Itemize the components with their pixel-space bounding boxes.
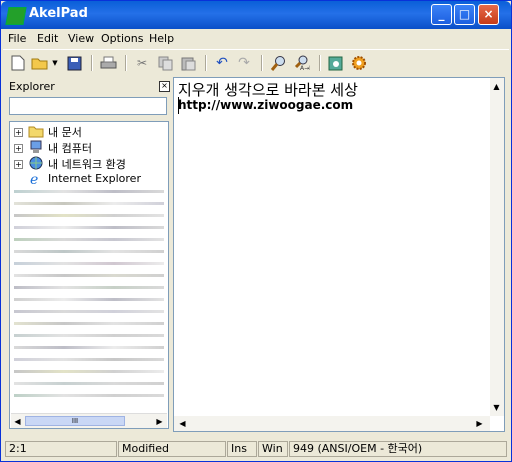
- explorer-panel: Explorer × + 내 문서 + 내 컴퓨터 + 내 네트워크 환경 e …: [6, 77, 170, 432]
- toolbar-separator: [125, 55, 127, 71]
- menu-options[interactable]: Options: [101, 32, 143, 45]
- scroll-right-icon[interactable]: ▶: [474, 418, 485, 429]
- internet-explorer-icon: e: [28, 172, 44, 188]
- scroll-right-icon[interactable]: ▶: [154, 416, 165, 427]
- status-position: 2:1: [5, 441, 117, 457]
- toolbar-separator: [91, 55, 93, 71]
- tree-item-internet-explorer[interactable]: e Internet Explorer: [10, 172, 168, 188]
- tree-item-network[interactable]: + 내 네트워크 환경: [10, 156, 168, 172]
- scroll-thumb[interactable]: III: [25, 416, 125, 426]
- text-caret: [178, 97, 179, 114]
- copy-icon[interactable]: [156, 54, 174, 72]
- dropdown-icon[interactable]: ▼: [51, 54, 59, 72]
- blurred-row: [14, 238, 164, 241]
- settings-icon[interactable]: [350, 54, 368, 72]
- expand-icon[interactable]: +: [14, 128, 23, 137]
- tree-item-label: Internet Explorer: [48, 172, 141, 185]
- akelpad-window: AkelPad _ □ × File Edit View Options Hel…: [0, 0, 512, 462]
- editor-vertical-scrollbar[interactable]: ▲ ▼: [490, 78, 504, 416]
- akelpad-app-icon: [5, 7, 27, 25]
- status-bar: 2:1 Modified Ins Win 949 (ANSI/OEM - 한국어…: [3, 439, 509, 459]
- menu-help[interactable]: Help: [149, 32, 174, 45]
- blurred-row: [14, 214, 164, 217]
- title-bar[interactable]: AkelPad _ □ ×: [1, 1, 511, 29]
- blurred-row: [14, 310, 164, 313]
- explorer-close-icon[interactable]: ×: [159, 81, 170, 92]
- tree-item-my-computer[interactable]: + 내 컴퓨터: [10, 140, 168, 156]
- explorer-label: Explorer: [9, 80, 55, 93]
- scroll-up-icon[interactable]: ▲: [491, 81, 502, 92]
- toolbar-separator: [319, 55, 321, 71]
- menu-file[interactable]: File: [8, 32, 26, 45]
- svg-text:A→B: A→B: [300, 65, 310, 71]
- blurred-row: [14, 190, 164, 193]
- tree-item-label: 내 네트워크 환경: [48, 158, 126, 171]
- folder-icon: [28, 124, 44, 138]
- blurred-row: [14, 358, 164, 361]
- editor-horizontal-scrollbar[interactable]: ◀ ▶: [174, 416, 490, 431]
- find-icon[interactable]: [269, 54, 287, 72]
- blurred-row: [14, 370, 164, 373]
- menu-edit[interactable]: Edit: [37, 32, 58, 45]
- blurred-row: [14, 298, 164, 301]
- network-globe-icon: [28, 156, 44, 170]
- explorer-tree[interactable]: + 내 문서 + 내 컴퓨터 + 내 네트워크 환경 e Internet Ex…: [9, 121, 169, 429]
- redo-icon[interactable]: ↷: [235, 54, 253, 72]
- cut-icon[interactable]: ✂: [133, 54, 151, 72]
- computer-icon: [28, 140, 44, 154]
- expand-icon[interactable]: +: [14, 144, 23, 153]
- plugin-icon[interactable]: [326, 54, 344, 72]
- svg-text:e: e: [30, 172, 38, 186]
- blurred-row: [14, 226, 164, 229]
- blurred-row: [14, 202, 164, 205]
- blurred-row: [14, 334, 164, 337]
- blurred-row: [14, 346, 164, 349]
- toolbar-separator: [261, 55, 263, 71]
- tree-item-label: 내 문서: [48, 126, 82, 139]
- editor-line: http://www.ziwoogae.com: [178, 98, 354, 112]
- status-newline: Win: [258, 441, 288, 457]
- explorer-path-input[interactable]: [9, 97, 167, 115]
- menu-bar: File Edit View Options Help: [3, 30, 509, 48]
- open-icon[interactable]: [31, 54, 49, 72]
- status-modified: Modified: [118, 441, 226, 457]
- window-title: AkelPad: [29, 6, 88, 21]
- toolbar: ▼ ✂ ↶ ↷ A→B: [3, 49, 509, 76]
- menu-view[interactable]: View: [68, 32, 94, 45]
- tree-item-label: 내 컴퓨터: [48, 142, 92, 155]
- maximize-button[interactable]: □: [454, 4, 475, 25]
- scroll-down-icon[interactable]: ▼: [491, 402, 502, 413]
- minimize-button[interactable]: _: [431, 4, 452, 25]
- close-button[interactable]: ×: [478, 4, 499, 25]
- status-insert-mode: Ins: [227, 441, 257, 457]
- editor-line: 지우개 생각으로 바라본 세상: [178, 81, 358, 99]
- editor-area[interactable]: 지우개 생각으로 바라본 세상 http://www.ziwoogae.com …: [173, 77, 505, 432]
- print-icon[interactable]: [99, 54, 117, 72]
- blurred-row: [14, 274, 164, 277]
- tree-item-my-documents[interactable]: + 내 문서: [10, 124, 168, 140]
- blurred-row: [14, 250, 164, 253]
- expand-icon[interactable]: +: [14, 160, 23, 169]
- toolbar-separator: [205, 55, 207, 71]
- new-icon[interactable]: [9, 54, 27, 72]
- scroll-left-icon[interactable]: ◀: [12, 416, 23, 427]
- paste-icon[interactable]: [179, 54, 197, 72]
- replace-icon[interactable]: A→B: [293, 54, 311, 72]
- scroll-left-icon[interactable]: ◀: [177, 418, 188, 429]
- blurred-row: [14, 286, 164, 289]
- blurred-row: [14, 394, 164, 397]
- blurred-row: [14, 262, 164, 265]
- undo-icon[interactable]: ↶: [213, 54, 231, 72]
- status-encoding: 949 (ANSI/OEM - 한국어): [289, 441, 507, 457]
- blurred-row: [14, 382, 164, 385]
- save-icon[interactable]: [65, 54, 83, 72]
- tree-horizontal-scrollbar[interactable]: ◀ III ▶: [11, 413, 167, 428]
- blurred-row: [14, 322, 164, 325]
